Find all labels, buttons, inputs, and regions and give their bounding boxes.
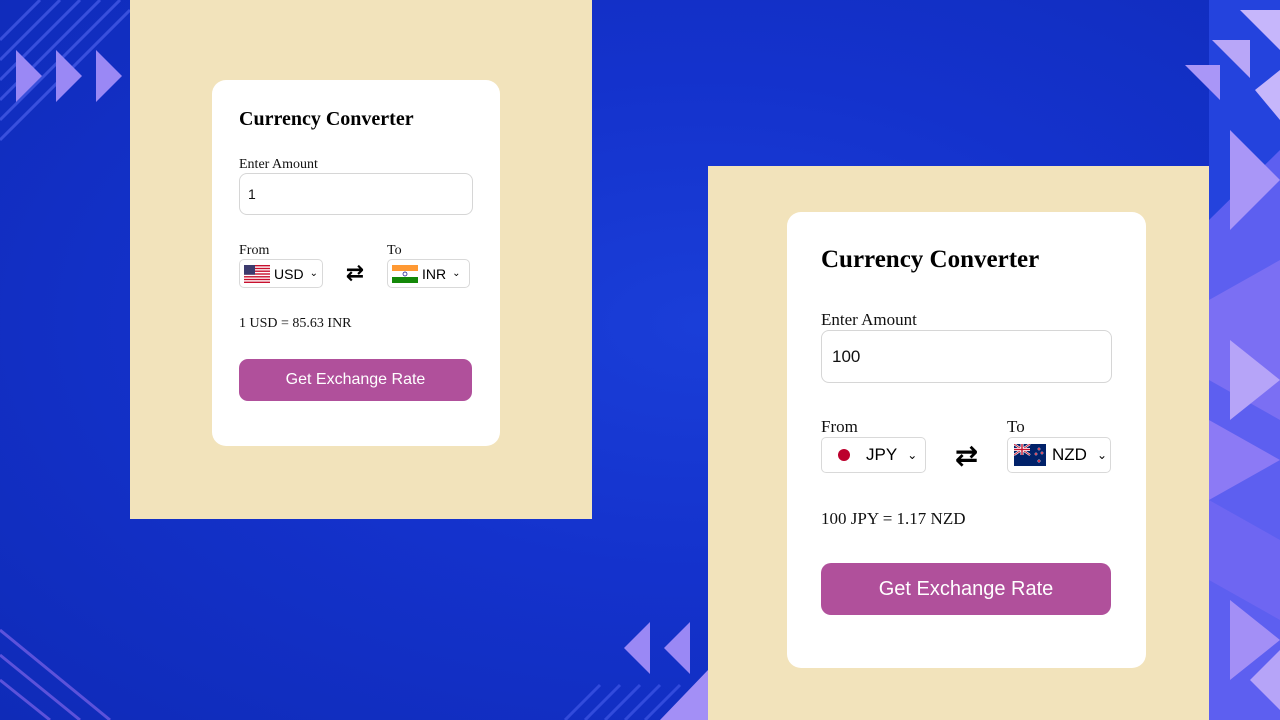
swap-arrows-icon[interactable]: ⇄ xyxy=(926,437,1007,473)
to-currency-code: INR xyxy=(422,265,447,282)
amount-input[interactable] xyxy=(239,173,473,215)
japan-flag-icon xyxy=(828,444,860,466)
exchange-result: 100 JPY = 1.17 NZD xyxy=(821,509,966,528)
chevron-down-icon: ⌄ xyxy=(1096,448,1108,462)
from-currency-select[interactable]: USD ⌄ xyxy=(239,259,323,288)
bottom-left-stripes xyxy=(0,628,111,720)
from-currency-code: USD xyxy=(274,265,304,282)
currency-row: From JPY ⌄ ⇄ To NZD ⌄ xyxy=(821,417,1112,473)
swap-arrows-icon[interactable]: ⇄ xyxy=(323,259,387,288)
chevron-down-icon: ⌄ xyxy=(452,268,461,279)
get-exchange-rate-button[interactable]: Get Exchange Rate xyxy=(239,359,472,401)
get-exchange-rate-button[interactable]: Get Exchange Rate xyxy=(821,563,1111,615)
currency-converter-card-small: Currency Converter Enter Amount From xyxy=(212,80,500,446)
new-zealand-flag-icon xyxy=(1014,444,1046,466)
to-currency-code: NZD xyxy=(1052,445,1087,464)
to-currency-select[interactable]: NZD ⌄ xyxy=(1007,437,1111,473)
from-currency-code: JPY xyxy=(866,445,898,464)
converter-title: Currency Converter xyxy=(239,108,414,130)
converter-title: Currency Converter xyxy=(821,246,1040,273)
india-flag-icon xyxy=(392,264,418,283)
chevron-down-icon: ⌄ xyxy=(907,448,918,462)
right-panel: Currency Converter Enter Amount From JPY… xyxy=(708,166,1209,720)
from-group: From JPY ⌄ xyxy=(821,417,926,473)
amount-input[interactable] xyxy=(821,330,1112,383)
us-flag-icon xyxy=(244,264,270,283)
exchange-result: 1 USD = 85.63 INR xyxy=(239,316,352,331)
left-panel: Currency Converter Enter Amount From xyxy=(130,0,592,519)
amount-label: Enter Amount xyxy=(239,157,318,172)
from-label: From xyxy=(821,417,858,436)
bottom-right-decor xyxy=(660,670,708,720)
bottom-triangles xyxy=(624,622,690,674)
amount-label: Enter Amount xyxy=(821,310,917,329)
currency-converter-card-large: Currency Converter Enter Amount From JPY… xyxy=(787,212,1146,668)
to-group: To NZD ⌄ xyxy=(1007,417,1111,473)
chevron-down-icon: ⌄ xyxy=(309,268,318,279)
top-left-triangles xyxy=(16,50,122,102)
currency-row: From USD ⌄ ⇄ To INR ⌄ xyxy=(239,243,473,288)
to-label: To xyxy=(1007,417,1025,436)
to-currency-select[interactable]: INR ⌄ xyxy=(387,259,470,288)
to-group: To INR ⌄ xyxy=(387,243,470,288)
from-label: From xyxy=(239,243,270,258)
to-label: To xyxy=(387,243,402,258)
from-group: From USD ⌄ xyxy=(239,243,323,288)
from-currency-select[interactable]: JPY ⌄ xyxy=(821,437,926,473)
